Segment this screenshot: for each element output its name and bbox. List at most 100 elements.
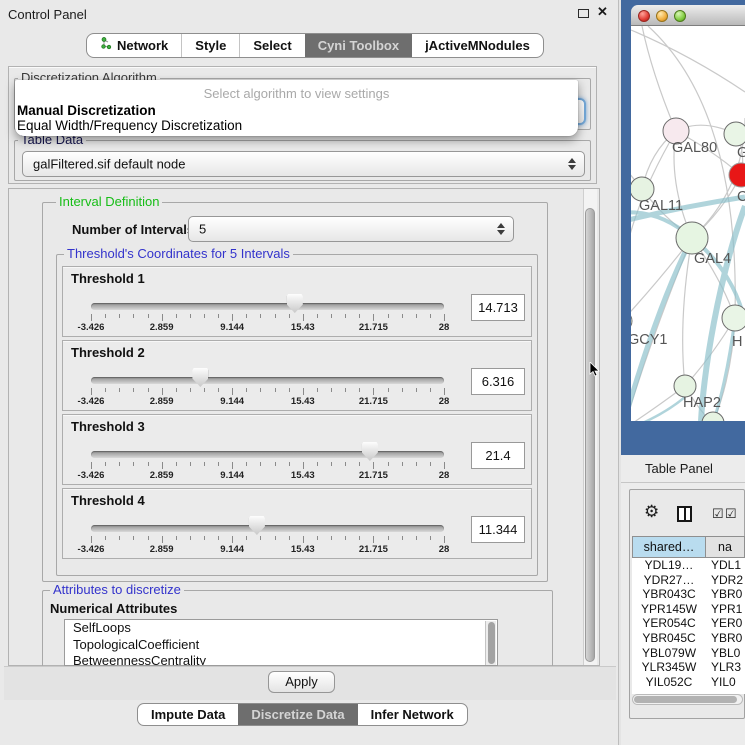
- attribute-item[interactable]: SelfLoops: [65, 620, 497, 637]
- slider-tick-labels: -3.4262.8599.14415.4321.71528: [91, 396, 444, 408]
- popup-option-manual-discretization[interactable]: Manual Discretization: [17, 103, 563, 118]
- bottom-tab-bar: Impute Data Discretize Data Infer Networ…: [137, 703, 468, 726]
- tick-label: 28: [439, 544, 450, 555]
- minimize-traffic-light-icon[interactable]: [656, 10, 668, 22]
- table-horizontal-scrollbar-thumb[interactable]: [634, 696, 737, 703]
- attributes-scrollbar-track[interactable]: [485, 621, 496, 666]
- tab-style[interactable]: Style: [181, 34, 239, 57]
- tab-infer-network[interactable]: Infer Network: [358, 704, 467, 725]
- table-row[interactable]: YBL079WYBL0: [632, 646, 745, 661]
- close-traffic-light-icon[interactable]: [638, 10, 650, 22]
- threshold-1-slider-handle[interactable]: [287, 294, 303, 313]
- columns-icon[interactable]: [677, 506, 692, 522]
- column-header-shared-name[interactable]: shared…: [632, 536, 706, 558]
- network-node[interactable]: [676, 222, 708, 254]
- threshold-2-slider-handle[interactable]: [192, 368, 208, 387]
- tick-mark: [232, 388, 233, 395]
- popup-option-equal-width-frequency[interactable]: Equal Width/Frequency Discretization: [17, 118, 563, 133]
- table-row[interactable]: YBR043CYBR0: [632, 587, 745, 602]
- tab-select[interactable]: Select: [239, 34, 304, 57]
- attributes-title: Attributes to discretize: [50, 583, 184, 597]
- table-cell[interactable]: YBR043C: [632, 587, 706, 602]
- tick-mark: [176, 462, 177, 466]
- table-data-combobox[interactable]: galFiltered.sif default node: [22, 151, 585, 177]
- tick-mark: [345, 388, 346, 392]
- table-row[interactable]: YIL052CYIL0: [632, 675, 745, 690]
- zoom-traffic-light-icon[interactable]: [674, 10, 686, 22]
- network-node[interactable]: [702, 412, 724, 421]
- table-cell[interactable]: YIL052C: [632, 675, 706, 690]
- column-header-name[interactable]: na: [706, 536, 745, 558]
- table-cell[interactable]: YDR2: [706, 573, 745, 588]
- tick-mark: [204, 388, 205, 392]
- table-cell[interactable]: YLR3: [706, 660, 745, 675]
- checkbox-icon[interactable]: ☑: [725, 506, 737, 522]
- threshold-1-slider-track[interactable]: [91, 303, 444, 310]
- tick-mark: [416, 462, 417, 466]
- table-cell[interactable]: YBR045C: [632, 631, 706, 646]
- float-window-icon[interactable]: [578, 9, 589, 18]
- combo-stepper-icon[interactable]: [568, 157, 577, 171]
- tick-label: 2.859: [150, 470, 174, 481]
- apply-button[interactable]: Apply: [268, 671, 335, 693]
- threshold-4-slider-handle[interactable]: [249, 516, 265, 535]
- tab-jactivemnodules[interactable]: jActiveMNodules: [412, 34, 543, 57]
- tick-label: 2.859: [150, 322, 174, 333]
- attribute-item[interactable]: BetweennessCentrality: [65, 653, 497, 666]
- threshold-2-value-field[interactable]: 6.316: [471, 368, 525, 395]
- network-node[interactable]: [674, 375, 696, 397]
- table-cell[interactable]: YBR0: [706, 631, 745, 646]
- threshold-3-slider-track[interactable]: [91, 451, 444, 458]
- table-cell[interactable]: YLR345W: [632, 660, 706, 675]
- table-row[interactable]: YPR145WYPR1: [632, 602, 745, 617]
- network-canvas[interactable]: GAL80GACGAL11GAL4GCY1HHAP2: [631, 26, 745, 421]
- threshold-3-value-field[interactable]: 21.4: [471, 442, 525, 469]
- tick-mark: [162, 388, 163, 395]
- table-cell[interactable]: YIL0: [706, 675, 745, 690]
- attributes-scrollbar-thumb[interactable]: [488, 622, 495, 664]
- threshold-4-slider-track[interactable]: [91, 525, 444, 532]
- table-horizontal-scrollbar-track[interactable]: [632, 694, 743, 705]
- table-cell[interactable]: YBL079W: [632, 646, 706, 661]
- close-icon[interactable]: ✕: [597, 4, 608, 20]
- vertical-scrollbar-thumb[interactable]: [585, 208, 595, 662]
- table-cell[interactable]: YDL19…: [632, 558, 706, 573]
- number-of-intervals-combobox[interactable]: 5: [188, 216, 514, 242]
- numerical-attributes-list[interactable]: SelfLoopsTopologicalCoefficientBetweenne…: [64, 619, 498, 666]
- table-cell[interactable]: YER0: [706, 616, 745, 631]
- table-cell[interactable]: YDL1: [706, 558, 745, 573]
- checkbox-icon[interactable]: ☑: [712, 506, 724, 522]
- threshold-4-label: Threshold 4: [71, 493, 145, 508]
- tab-impute-data[interactable]: Impute Data: [138, 704, 238, 725]
- table-cell[interactable]: YER054C: [632, 616, 706, 631]
- network-node[interactable]: [631, 311, 632, 331]
- network-node[interactable]: [724, 122, 745, 146]
- table-row[interactable]: YDR27…YDR2: [632, 573, 745, 588]
- table-row[interactable]: YER054CYER0: [632, 616, 745, 631]
- gear-icon[interactable]: ⚙: [644, 503, 659, 520]
- table-cell[interactable]: YBR0: [706, 587, 745, 602]
- threshold-4-value-field[interactable]: 11.344: [471, 516, 525, 543]
- network-node[interactable]: [722, 305, 745, 331]
- table-cell[interactable]: YPR145W: [632, 602, 706, 617]
- table-cell[interactable]: YDR27…: [632, 573, 706, 588]
- tick-mark: [162, 462, 163, 469]
- tick-mark: [148, 314, 149, 318]
- tick-mark: [133, 388, 134, 392]
- tab-network[interactable]: Network: [87, 34, 181, 57]
- threshold-3-slider-handle[interactable]: [362, 442, 378, 461]
- tick-mark: [232, 536, 233, 543]
- table-cell[interactable]: YPR1: [706, 602, 745, 617]
- table-row[interactable]: YDL19…YDL1: [632, 558, 745, 573]
- combo-stepper-icon[interactable]: [497, 222, 506, 236]
- tick-mark: [373, 462, 374, 469]
- threshold-1-value-field[interactable]: 14.713: [471, 294, 525, 321]
- tab-discretize-data[interactable]: Discretize Data: [238, 704, 357, 725]
- table-row[interactable]: YBR045CYBR0: [632, 631, 745, 646]
- threshold-2-slider-track[interactable]: [91, 377, 444, 384]
- table-cell[interactable]: YBL0: [706, 646, 745, 661]
- table-row[interactable]: YLR345WYLR3: [632, 660, 745, 675]
- attribute-item[interactable]: TopologicalCoefficient: [65, 637, 497, 654]
- tick-mark: [289, 462, 290, 466]
- tab-cyni-toolbox[interactable]: Cyni Toolbox: [305, 34, 412, 57]
